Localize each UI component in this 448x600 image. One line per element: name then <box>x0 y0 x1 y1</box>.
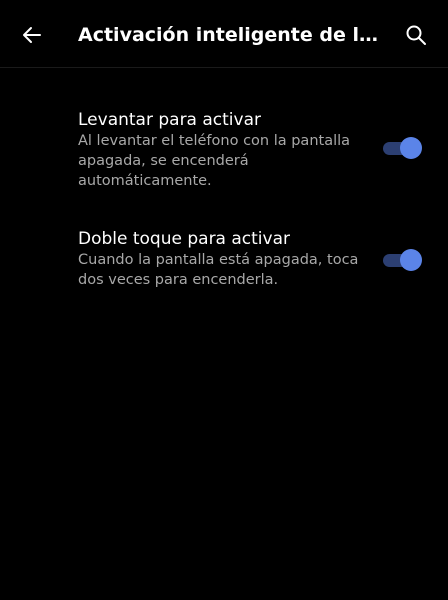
setting-raise-to-wake[interactable]: Levantar para activar Al levantar el tel… <box>0 103 448 199</box>
setting-title: Doble toque para activar <box>78 229 291 249</box>
setting-summary: Al levantar el teléfono con la pantalla … <box>78 133 351 189</box>
arrow-left-icon <box>23 27 41 43</box>
back-button[interactable] <box>14 17 50 53</box>
page-title: Activación inteligente de la pan… <box>78 24 386 46</box>
setting-summary: Cuando la pantalla está apagada, toca do… <box>78 252 359 288</box>
setting-title: Levantar para activar <box>78 110 261 130</box>
setting-double-tap-to-wake[interactable]: Doble toque para activar Cuando la panta… <box>0 222 448 302</box>
app-bar: Activación inteligente de la pan… <box>0 0 448 68</box>
toggle-thumb <box>400 137 422 159</box>
search-button[interactable] <box>398 17 434 53</box>
toggle-thumb <box>400 249 422 271</box>
double-tap-toggle[interactable] <box>383 247 423 271</box>
search-icon <box>406 25 426 45</box>
raise-to-wake-toggle[interactable] <box>383 135 423 159</box>
